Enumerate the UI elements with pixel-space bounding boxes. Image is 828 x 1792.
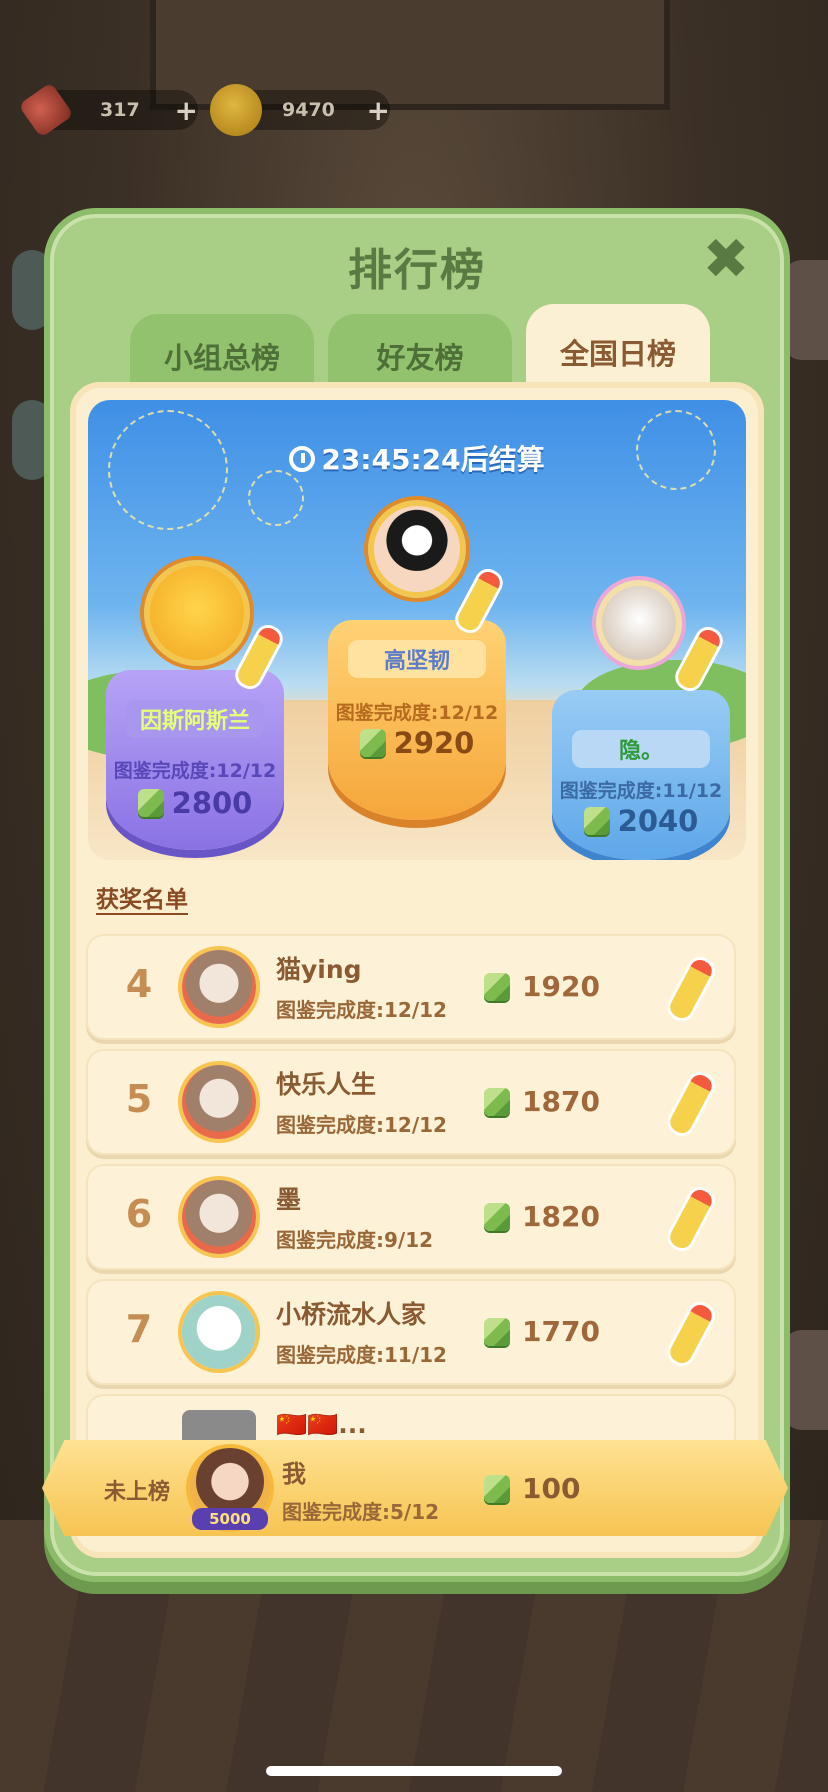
firecracker-medal-icon [666,1071,716,1137]
my-score: 100 [484,1472,580,1505]
gem-icon [484,972,510,1001]
podium-third[interactable]: 隐。 图鉴完成度:11/12 2040 [552,580,730,860]
add-coin-button[interactable]: + [367,94,390,127]
collection-progress: 图鉴完成度:12/12 [276,998,447,1022]
clock-icon [289,446,316,472]
player-name: 🇨🇳🇨🇳... [276,1410,367,1439]
ranking-list: 4 猫ying 图鉴完成度:12/12 1920 5 快乐人生 图鉴完成度:12… [86,934,736,1463]
score-value: 2040 [617,804,699,838]
gem-icon [484,1087,510,1116]
my-name: 我 [282,1460,306,1488]
player-name: 快乐人生 [276,1070,377,1099]
firecracker-medal-icon [666,956,716,1022]
leaderboard-content: 23:45:24后结算 因斯阿斯兰 图鉴完成度:12/12 2800 高坚韧 图… [70,382,764,1558]
coin-icon [210,84,262,136]
score: 1820 [484,1200,600,1233]
my-rank-bar: 未上榜 5000 我 图鉴完成度:5/12 100 [42,1440,788,1536]
gem-icon [484,1202,510,1231]
my-rank-status: 未上榜 [104,1480,171,1505]
firework-icon [248,470,304,526]
firecracker-counter: 317 + [18,82,198,138]
collection-progress: 图鉴完成度:11/12 [276,1343,447,1367]
list-item[interactable]: 5 快乐人生 图鉴完成度:12/12 1870 [86,1049,736,1155]
gem-icon [484,1317,510,1346]
leaderboard-panel: 排行榜 ✖ 小组总榜 好友榜 全国日榜 23:45:24后结算 因斯阿斯兰 图鉴… [44,208,790,1582]
collection-progress: 图鉴完成度:12/12 [276,1113,447,1137]
score: 1770 [484,1315,600,1348]
gem-icon [583,807,610,835]
list-item[interactable]: 7 小桥流水人家 图鉴完成度:11/12 1770 [86,1279,736,1385]
score-value: 2920 [393,726,475,760]
avatar [182,1295,256,1369]
score-value: 1770 [522,1315,600,1348]
score-value: 1870 [522,1085,600,1118]
avatar [182,1180,256,1254]
firecracker-medal-icon [674,626,724,692]
level-badge: 5000 [192,1508,268,1530]
awards-list-link[interactable]: 获奖名单 [96,880,188,914]
timer-text: 23:45:24后结算 [321,443,545,476]
add-firecracker-button[interactable]: + [175,94,198,127]
podium-stage: 23:45:24后结算 因斯阿斯兰 图鉴完成度:12/12 2800 高坚韧 图… [88,400,746,860]
home-indicator[interactable] [266,1766,562,1776]
player-name: 小桥流水人家 [276,1300,427,1329]
coin-counter: 9470 + [210,84,390,136]
player-name: 猫ying [276,955,362,984]
podium-first[interactable]: 高坚韧 图鉴完成度:12/12 2920 [328,500,506,820]
gem-icon [137,789,164,817]
player-name: 高坚韧 [348,640,486,678]
settlement-timer: 23:45:24后结算 [88,438,746,478]
gem-icon [484,1474,510,1503]
firecracker-value: 317 [100,99,140,121]
score-value: 2800 [171,786,253,820]
score-value: 1920 [522,970,600,1003]
panel-title: 排行榜 [348,245,486,296]
score: 1920 [484,970,600,1003]
avatar [182,950,256,1024]
player-name: 墨 [276,1185,302,1214]
rank-number: 4 [125,962,153,1006]
score: 1870 [484,1085,600,1118]
list-item[interactable]: 4 猫ying 图鉴完成度:12/12 1920 [86,934,736,1040]
player-name: 隐。 [572,730,710,768]
rank-number: 5 [125,1077,153,1121]
rank-number: 7 [125,1307,153,1351]
avatar [596,580,682,666]
firecracker-medal-icon [666,1186,716,1252]
avatar [144,560,250,666]
score: 2800 [106,786,284,820]
my-collection-progress: 图鉴完成度:5/12 [282,1500,440,1524]
firecracker-medal-icon [666,1301,716,1367]
close-button[interactable]: ✖ [702,232,750,288]
rank-number: 6 [125,1192,153,1236]
podium-second[interactable]: 因斯阿斯兰 图鉴完成度:12/12 2800 [106,560,284,850]
collection-progress: 图鉴完成度:12/12 [113,760,277,782]
score: 2920 [328,726,506,760]
list-item[interactable]: 6 墨 图鉴完成度:9/12 1820 [86,1164,736,1270]
gem-icon [359,729,386,757]
coin-value: 9470 [282,99,335,121]
collection-progress: 图鉴完成度:12/12 [335,702,499,724]
avatar [182,1065,256,1139]
avatar [368,500,466,598]
score: 2040 [552,804,730,838]
collection-progress: 图鉴完成度:9/12 [276,1228,434,1252]
score-value: 1820 [522,1200,600,1233]
collection-progress: 图鉴完成度:11/12 [559,780,723,802]
my-score-value: 100 [522,1472,581,1505]
player-name: 因斯阿斯兰 [126,700,264,738]
